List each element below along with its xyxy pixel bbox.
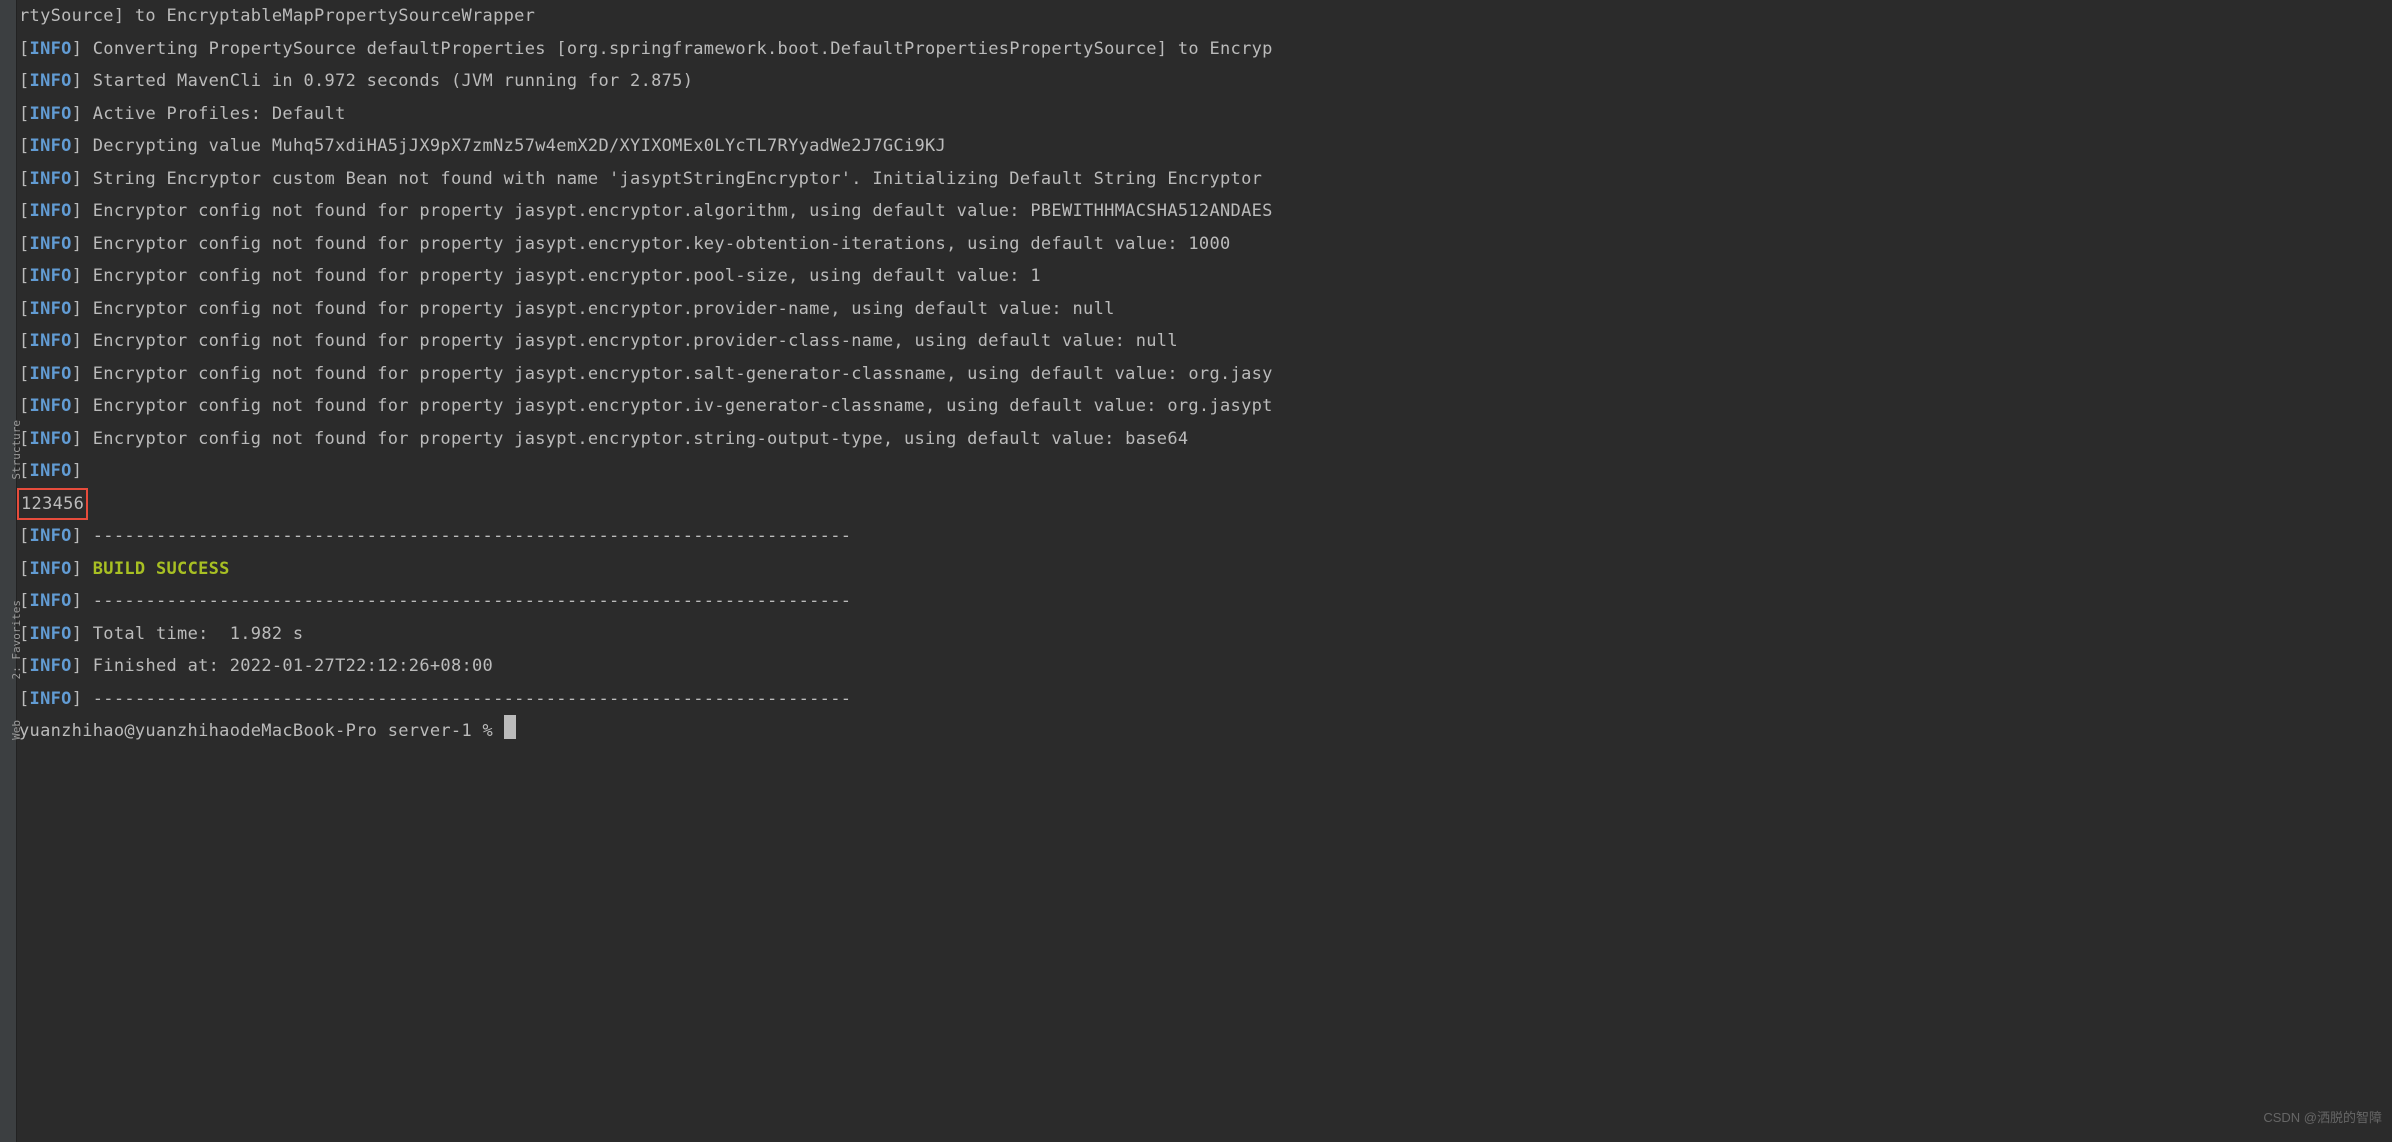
console-line: [INFO] Encryptor config not found for pr… bbox=[19, 325, 2392, 358]
log-message: Finished at: 2022-01-27T22:12:26+08:00 bbox=[93, 656, 493, 676]
terminal-output[interactable]: rtySource] to EncryptableMapPropertySour… bbox=[19, 0, 2392, 748]
console-line: [INFO] ---------------------------------… bbox=[19, 683, 2392, 716]
log-level-info: INFO bbox=[30, 429, 72, 449]
console-line: [INFO] ---------------------------------… bbox=[19, 585, 2392, 618]
log-message: ----------------------------------------… bbox=[93, 689, 852, 709]
console-line: [INFO] String Encryptor custom Bean not … bbox=[19, 163, 2392, 196]
log-level-info: INFO bbox=[30, 234, 72, 254]
console-line: [INFO] Converting PropertySource default… bbox=[19, 33, 2392, 66]
console-line: [INFO] ---------------------------------… bbox=[19, 520, 2392, 553]
log-level-info: INFO bbox=[30, 624, 72, 644]
log-level-info: INFO bbox=[30, 201, 72, 221]
log-level-info: INFO bbox=[30, 656, 72, 676]
log-message: Total time: 1.982 s bbox=[93, 624, 304, 644]
log-level-info: INFO bbox=[30, 266, 72, 286]
console-line: [INFO] Started MavenCli in 0.972 seconds… bbox=[19, 65, 2392, 98]
log-level-info: INFO bbox=[30, 71, 72, 91]
log-level-info: INFO bbox=[30, 396, 72, 416]
log-level-info: INFO bbox=[30, 591, 72, 611]
log-message: Encryptor config not found for property … bbox=[93, 429, 1189, 449]
console-line: [INFO] Finished at: 2022-01-27T22:12:26+… bbox=[19, 650, 2392, 683]
console-line: 123456 bbox=[19, 488, 2392, 521]
log-level-info: INFO bbox=[30, 526, 72, 546]
log-level-info: INFO bbox=[30, 169, 72, 189]
console-line: [INFO] Decrypting value Muhq57xdiHA5jJX9… bbox=[19, 130, 2392, 163]
console-line: [INFO] Active Profiles: Default bbox=[19, 98, 2392, 131]
console-line: [INFO] Encryptor config not found for pr… bbox=[19, 228, 2392, 261]
log-level-info: INFO bbox=[30, 364, 72, 384]
log-message: ----------------------------------------… bbox=[93, 591, 852, 611]
log-message: Active Profiles: Default bbox=[93, 104, 346, 124]
ide-sidebar[interactable]: Structure 2: Favorites Web bbox=[0, 0, 17, 1142]
log-message: Decrypting value Muhq57xdiHA5jJX9pX7zmNz… bbox=[93, 136, 946, 156]
log-message: Started MavenCli in 0.972 seconds (JVM r… bbox=[93, 71, 694, 91]
console-line: [INFO] Encryptor config not found for pr… bbox=[19, 293, 2392, 326]
log-message: Encryptor config not found for property … bbox=[93, 266, 1041, 286]
log-level-info: INFO bbox=[30, 39, 72, 59]
highlighted-output: 123456 bbox=[17, 488, 88, 520]
console-line: [INFO] bbox=[19, 455, 2392, 488]
log-message: Encryptor config not found for property … bbox=[93, 201, 1273, 221]
log-level-info: INFO bbox=[30, 461, 72, 481]
terminal-cursor bbox=[504, 715, 516, 739]
log-message: Encryptor config not found for property … bbox=[93, 396, 1273, 416]
log-level-info: INFO bbox=[30, 689, 72, 709]
console-line: rtySource] to EncryptableMapPropertySour… bbox=[19, 0, 2392, 33]
log-level-info: INFO bbox=[30, 299, 72, 319]
log-message: ----------------------------------------… bbox=[93, 526, 852, 546]
console-line: [INFO] Encryptor config not found for pr… bbox=[19, 423, 2392, 456]
terminal-prompt: yuanzhihao@yuanzhihaodeMacBook-Pro serve… bbox=[19, 721, 504, 741]
log-message: String Encryptor custom Bean not found w… bbox=[93, 169, 1262, 189]
log-level-info: INFO bbox=[30, 559, 72, 579]
console-line: [INFO] Encryptor config not found for pr… bbox=[19, 390, 2392, 423]
log-level-info: INFO bbox=[30, 331, 72, 351]
watermark-text: CSDN @洒脱的智障 bbox=[2263, 1102, 2382, 1135]
build-success-text: BUILD SUCCESS bbox=[93, 559, 230, 579]
console-line: [INFO] Encryptor config not found for pr… bbox=[19, 260, 2392, 293]
log-message: Encryptor config not found for property … bbox=[93, 364, 1273, 384]
terminal-prompt-line[interactable]: yuanzhihao@yuanzhihaodeMacBook-Pro serve… bbox=[19, 715, 2392, 748]
console-line: [INFO] Total time: 1.982 s bbox=[19, 618, 2392, 651]
log-level-info: INFO bbox=[30, 136, 72, 156]
console-line: [INFO] Encryptor config not found for pr… bbox=[19, 358, 2392, 391]
log-message: Encryptor config not found for property … bbox=[93, 331, 1178, 351]
log-message: Encryptor config not found for property … bbox=[93, 234, 1231, 254]
console-line: [INFO] Encryptor config not found for pr… bbox=[19, 195, 2392, 228]
log-message: Converting PropertySource defaultPropert… bbox=[93, 39, 1273, 59]
console-line: [INFO] BUILD SUCCESS bbox=[19, 553, 2392, 586]
log-message: Encryptor config not found for property … bbox=[93, 299, 1115, 319]
log-level-info: INFO bbox=[30, 104, 72, 124]
